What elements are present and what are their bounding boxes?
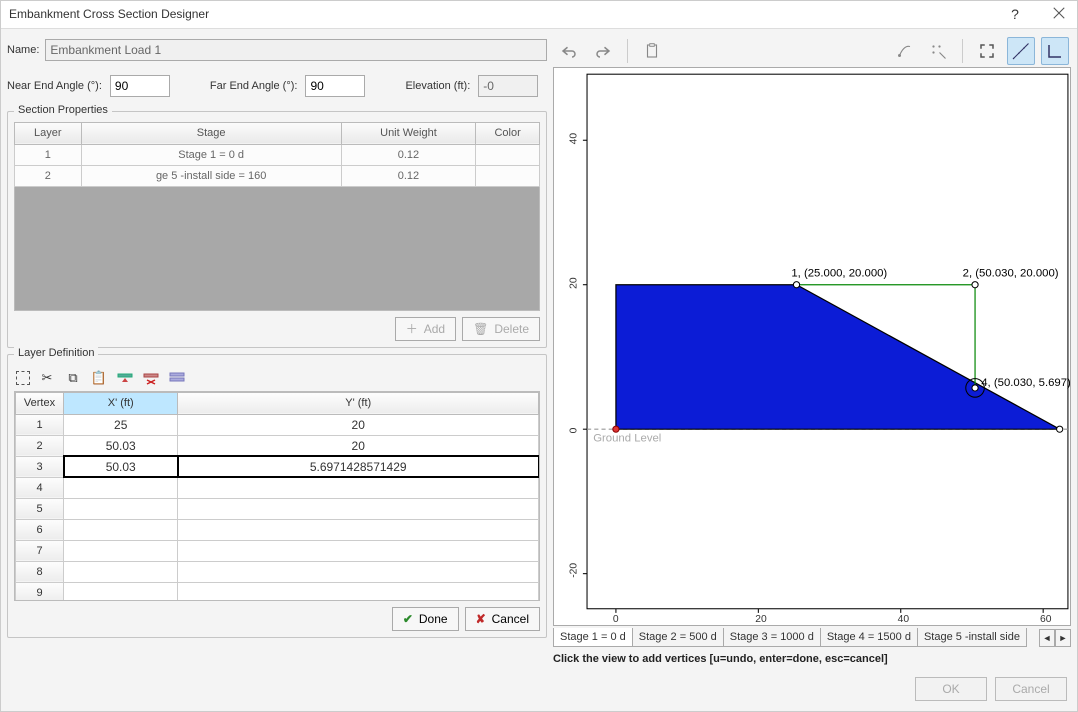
tabs-scroll-left[interactable]: ◄	[1039, 629, 1055, 647]
trash-icon: 🗑	[473, 322, 488, 336]
cancel-button[interactable]: ✘Cancel	[465, 607, 540, 631]
plot-area[interactable]: Ground Level 1, (25.000, 20.000)	[553, 67, 1071, 626]
sp-col-color[interactable]: Color	[476, 122, 540, 144]
left-pane: Name: Near End Angle (°): Far End Angle …	[7, 35, 547, 671]
titlebar-buttons: ?	[1005, 6, 1069, 23]
add-layer-button[interactable]: ＋Add	[395, 317, 456, 341]
titlebar: Embankment Cross Section Designer ?	[1, 1, 1077, 29]
table-row[interactable]: 4	[16, 477, 539, 498]
table-row[interactable]: 6	[16, 519, 539, 540]
svg-text:60: 60	[1040, 614, 1052, 625]
table-row[interactable]: 9	[16, 582, 539, 601]
check-icon: ✔	[403, 612, 413, 626]
delete-layer-button[interactable]: 🗑Delete	[462, 317, 540, 341]
section-properties-table: Layer Stage Unit Weight Color 1Stage 1 =…	[14, 122, 540, 187]
sp-col-unit-weight[interactable]: Unit Weight	[341, 122, 476, 144]
undo-button[interactable]	[555, 37, 583, 65]
paste-icon[interactable]: 📋	[90, 369, 108, 387]
table-row[interactable]: 350.035.6971428571429	[16, 456, 539, 477]
ld-col-x[interactable]: X' (ft)	[64, 392, 178, 414]
plot-svg: Ground Level 1, (25.000, 20.000)	[554, 68, 1070, 625]
elevation-label: Elevation (ft):	[405, 80, 470, 92]
ok-button[interactable]: OK	[915, 677, 987, 701]
section-properties-group: Section Properties Layer Stage Unit Weig…	[7, 111, 547, 348]
layer-definition-scroll[interactable]: Vertex X' (ft) Y' (ft) 12520250.0320350.…	[14, 391, 540, 601]
select-icon[interactable]	[16, 371, 30, 385]
section-properties-empty	[14, 187, 540, 311]
dialog-cancel-button[interactable]: Cancel	[995, 677, 1067, 701]
svg-text:0: 0	[569, 427, 580, 433]
vertex-1-label: 1, (25.000, 20.000)	[791, 267, 887, 279]
ruler-button[interactable]	[1007, 37, 1035, 65]
right-pane: Ground Level 1, (25.000, 20.000)	[553, 35, 1071, 671]
far-angle-label: Far End Angle (°):	[210, 80, 298, 92]
help-button[interactable]: ?	[1005, 6, 1025, 22]
stage-tab[interactable]: Stage 1 = 0 d	[553, 628, 633, 647]
tabs-scroll-right[interactable]: ►	[1055, 629, 1071, 647]
stage-tab[interactable]: Stage 2 = 500 d	[632, 628, 724, 647]
svg-text:20: 20	[755, 614, 767, 625]
origin-button[interactable]	[1041, 37, 1069, 65]
angle-row: Near End Angle (°): Far End Angle (°): E…	[7, 75, 547, 97]
vertex-2-label: 2, (50.030, 20.000)	[963, 267, 1059, 279]
stage-tabs: Stage 1 = 0 dStage 2 = 500 dStage 3 = 10…	[553, 626, 1071, 651]
stage-tab[interactable]: Stage 4 = 1500 d	[820, 628, 918, 647]
sp-col-layer[interactable]: Layer	[15, 122, 82, 144]
table-row[interactable]: 5	[16, 498, 539, 519]
layer-definition-group: Layer Definition ✂ ⧉ 📋 Vertex	[7, 354, 547, 638]
section-properties-title: Section Properties	[14, 104, 112, 116]
ld-col-y[interactable]: Y' (ft)	[178, 392, 539, 414]
window-title: Embankment Cross Section Designer	[9, 7, 1005, 21]
main-row: Name: Near End Angle (°): Far End Angle …	[1, 29, 1077, 677]
hint-text: Click the view to add vertices [u=undo, …	[553, 651, 1071, 671]
layer-definition-toolbar: ✂ ⧉ 📋	[14, 365, 540, 391]
insert-row-icon[interactable]	[116, 369, 134, 387]
svg-text:-20: -20	[569, 562, 580, 577]
window: Embankment Cross Section Designer ? Name…	[0, 0, 1078, 712]
table-row[interactable]: 8	[16, 561, 539, 582]
ld-col-vertex[interactable]: Vertex	[16, 392, 64, 414]
table-row[interactable]: 7	[16, 540, 539, 561]
copy-icon[interactable]: ⧉	[64, 369, 82, 387]
stage-tab[interactable]: Stage 5 -install side	[917, 628, 1027, 647]
plus-icon: ＋	[406, 320, 418, 337]
table-row[interactable]: 250.0320	[16, 435, 539, 456]
svg-text:20: 20	[569, 277, 580, 289]
sp-col-stage[interactable]: Stage	[81, 122, 341, 144]
ground-level-label: Ground Level	[593, 432, 661, 444]
stage-tab[interactable]: Stage 3 = 1000 d	[723, 628, 821, 647]
svg-text:40: 40	[569, 132, 580, 144]
clipboard-button[interactable]	[638, 37, 666, 65]
layer-definition-title: Layer Definition	[14, 347, 98, 359]
cut-icon[interactable]: ✂	[38, 369, 56, 387]
svg-text:40: 40	[898, 614, 910, 625]
layer-definition-table: Vertex X' (ft) Y' (ft) 12520250.0320350.…	[15, 392, 539, 601]
name-row: Name:	[7, 35, 547, 65]
append-row-icon[interactable]	[168, 369, 186, 387]
body: Name: Near End Angle (°): Far End Angle …	[1, 29, 1077, 711]
table-row[interactable]: 2ge 5 -install side = 1600.12	[15, 165, 540, 186]
close-button[interactable]	[1049, 6, 1069, 23]
redo-button[interactable]	[589, 37, 617, 65]
snap-vertex-button[interactable]	[890, 37, 918, 65]
svg-text:0: 0	[613, 614, 619, 625]
vertex-4-label: 4, (50.030, 5.697)	[981, 377, 1070, 389]
name-field[interactable]	[45, 39, 547, 61]
far-angle-field[interactable]	[305, 75, 365, 97]
snap-grid-button[interactable]	[924, 37, 952, 65]
zoom-extents-button[interactable]	[973, 37, 1001, 65]
table-row[interactable]: 12520	[16, 414, 539, 435]
near-angle-field[interactable]	[110, 75, 170, 97]
dialog-buttons: OK Cancel	[1, 677, 1077, 711]
table-row[interactable]: 1Stage 1 = 0 d0.12	[15, 144, 540, 165]
done-button[interactable]: ✔Done	[392, 607, 459, 631]
name-label: Name:	[7, 44, 39, 56]
plot-toolbar	[553, 35, 1071, 67]
delete-row-icon[interactable]	[142, 369, 160, 387]
x-icon: ✘	[476, 612, 486, 626]
near-angle-label: Near End Angle (°):	[7, 80, 102, 92]
elevation-field[interactable]	[478, 75, 538, 97]
